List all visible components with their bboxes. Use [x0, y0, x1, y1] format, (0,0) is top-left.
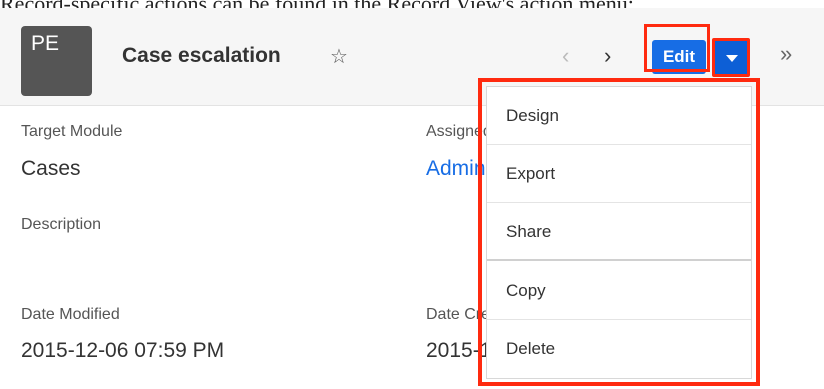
description-label: Description	[21, 216, 102, 233]
caret-down-icon	[726, 55, 738, 62]
record-title: Case escalation	[122, 44, 281, 67]
double-chevron-right-icon[interactable]: »	[780, 41, 792, 67]
target-module-label: Target Module	[21, 123, 123, 140]
date-modified-value: 2015-12-06 07:59 PM	[21, 339, 225, 362]
edit-button[interactable]: Edit	[652, 40, 706, 74]
actions-menu-highlight	[478, 78, 760, 386]
star-icon[interactable]: ☆	[330, 44, 348, 69]
chevron-left-icon[interactable]: ‹	[562, 43, 569, 69]
avatar-initials: PE	[31, 32, 60, 55]
target-module-value: Cases	[21, 157, 81, 180]
actions-dropdown-button[interactable]	[712, 38, 750, 77]
date-modified-label: Date Modified	[21, 306, 120, 323]
module-avatar: PE	[21, 26, 92, 96]
chevron-right-icon[interactable]: ›	[604, 43, 611, 69]
